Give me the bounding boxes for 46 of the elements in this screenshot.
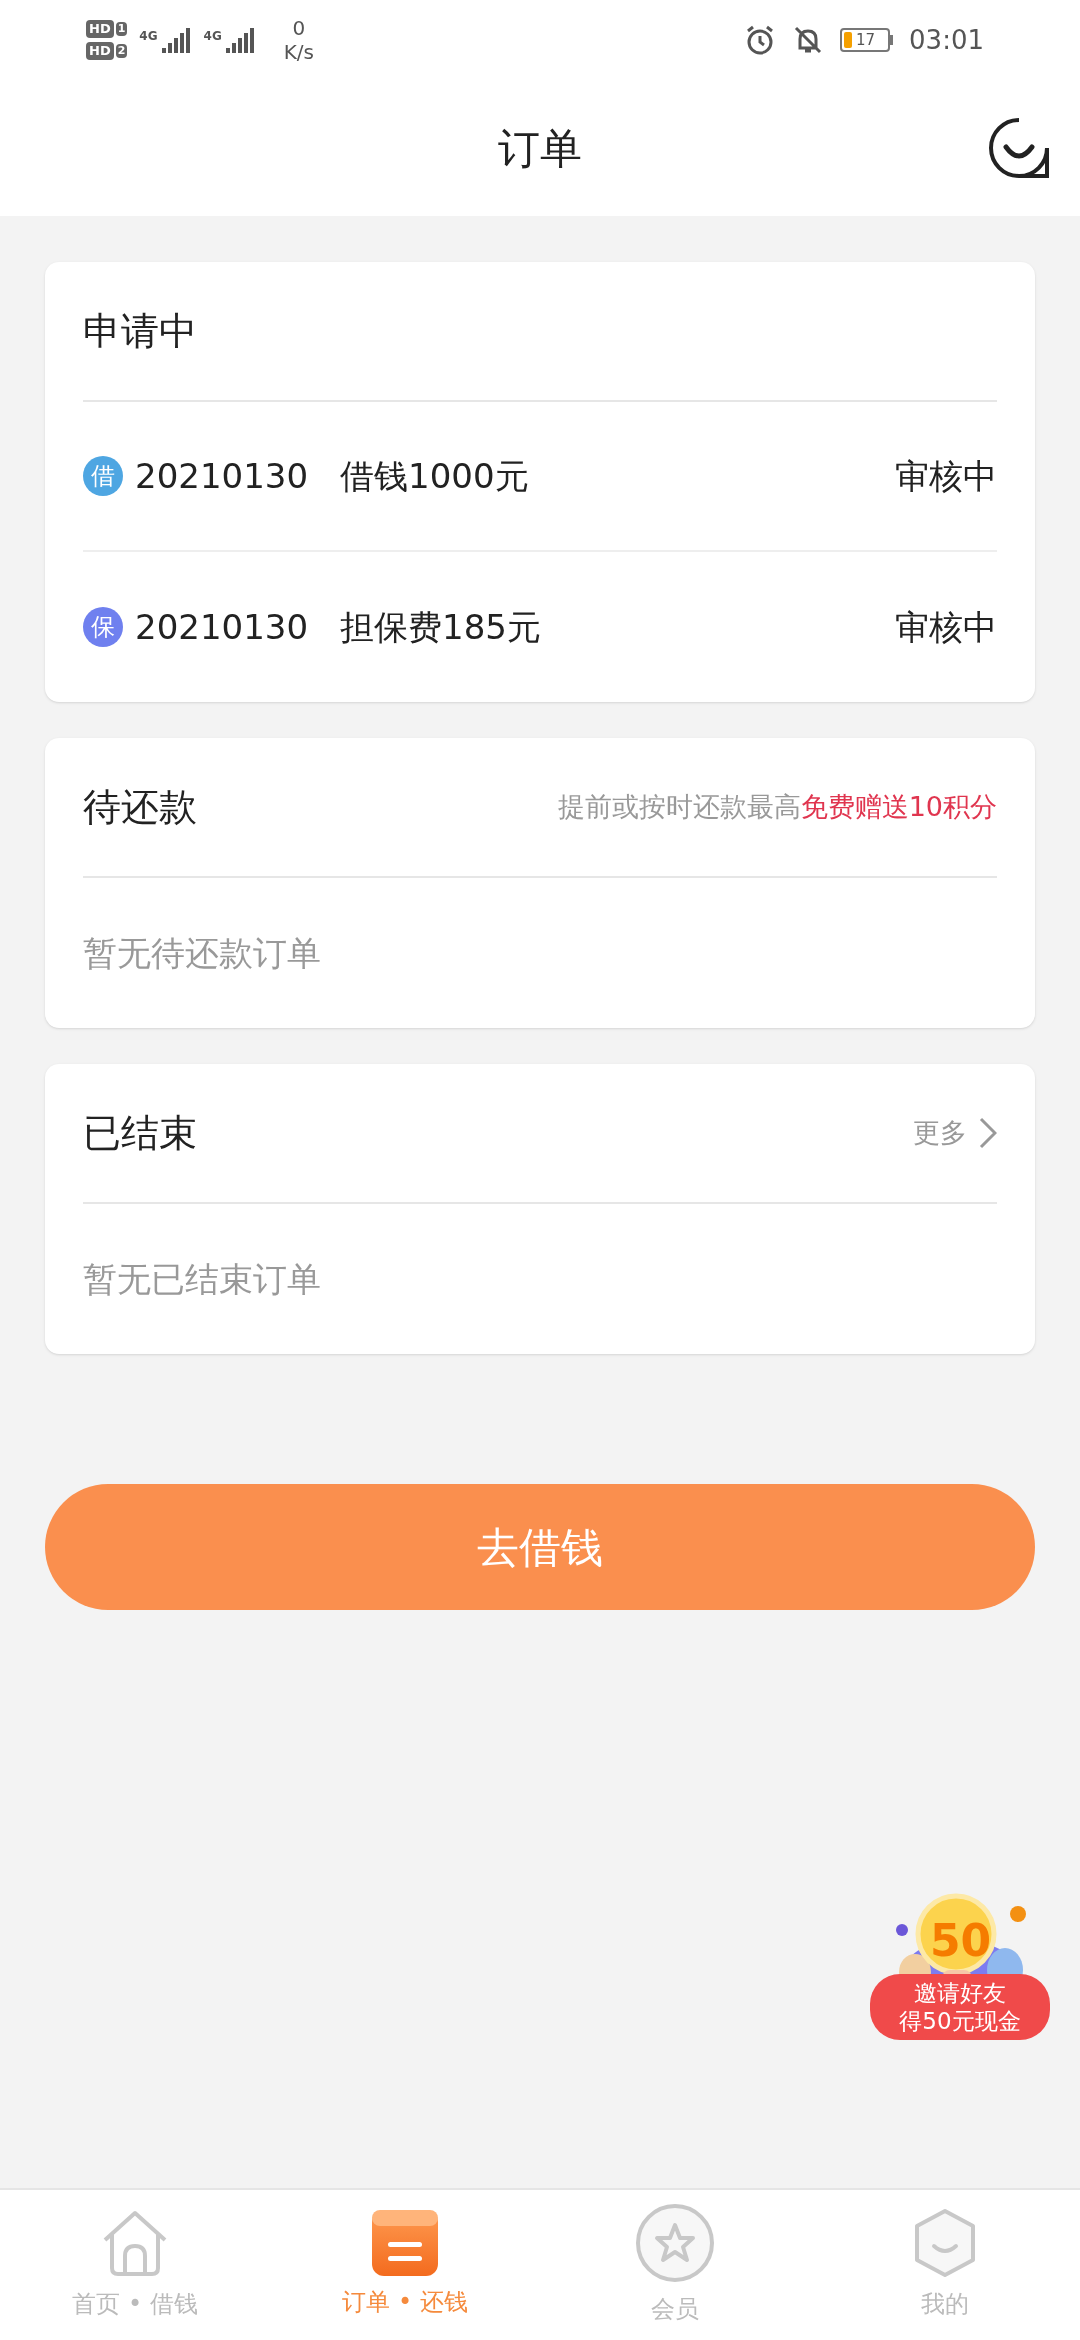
sim-slot: 1 xyxy=(115,22,128,36)
hd-badge: HD xyxy=(86,42,114,60)
section-title: 待还款 xyxy=(83,783,197,831)
tab-item[interactable]: 会员 xyxy=(540,2190,810,2340)
signal-icon xyxy=(161,27,192,53)
section-title: 已结束 xyxy=(83,1109,197,1157)
empty-message: 暂无已结束订单 xyxy=(83,1257,321,1301)
order-status: 审核中 xyxy=(895,605,997,649)
section-title: 申请中 xyxy=(83,307,197,355)
order-date: 20210130 xyxy=(135,605,309,649)
chat-smile-icon[interactable] xyxy=(988,117,1050,179)
signal-icon xyxy=(225,27,256,53)
tab-item[interactable]: 我的 xyxy=(810,2190,1080,2340)
invite-promo-button[interactable]: 邀请好友 得50元现金 xyxy=(870,1974,1050,2040)
tab-label: 首页 • 借钱 xyxy=(72,2289,198,2320)
empty-message: 暂无待还款订单 xyxy=(83,931,321,975)
order-description: 担保费185元 xyxy=(340,605,541,649)
type-badge: 借 xyxy=(83,456,123,496)
borrow-button[interactable]: 去借钱 xyxy=(45,1484,1035,1610)
promo-line: 邀请好友 xyxy=(914,1979,1006,2007)
tab-item[interactable]: 订单 • 还钱 xyxy=(270,2190,540,2340)
order-date: 20210130 xyxy=(135,454,309,498)
tab-item[interactable]: 首页 • 借钱 xyxy=(0,2190,270,2340)
list-icon xyxy=(372,2210,438,2276)
page-title: 订单 xyxy=(498,122,582,175)
coin-value: 50 xyxy=(930,1914,992,1968)
type-badge: 保 xyxy=(83,607,123,647)
sim-slot: 2 xyxy=(115,44,128,58)
reward-hint: 提前或按时还款最高免费赠送10积分 xyxy=(557,789,997,824)
promo-line: 得50元现金 xyxy=(899,2007,1021,2035)
order-status: 审核中 xyxy=(895,454,997,498)
network-label: 4G xyxy=(139,28,158,45)
tab-label: 订单 • 还钱 xyxy=(342,2287,468,2318)
tab-label: 我的 xyxy=(921,2289,969,2320)
battery-icon: 17 xyxy=(840,28,894,52)
order-row[interactable]: 保 20210130 担保费185元 审核中 xyxy=(83,552,997,702)
order-row[interactable]: 借 20210130 借钱1000元 审核中 xyxy=(83,402,997,552)
more-link[interactable]: 更多 xyxy=(913,1112,997,1154)
network-label: 4G xyxy=(203,28,222,45)
clock-time: 03:01 xyxy=(909,23,984,57)
tab-label: 会员 xyxy=(651,2294,699,2325)
speed-unit: K/s xyxy=(283,40,314,64)
order-description: 借钱1000元 xyxy=(340,454,529,498)
chevron-right-icon xyxy=(979,1117,997,1149)
speed-value: 0 xyxy=(292,16,306,40)
hd-badge: HD xyxy=(86,20,114,38)
